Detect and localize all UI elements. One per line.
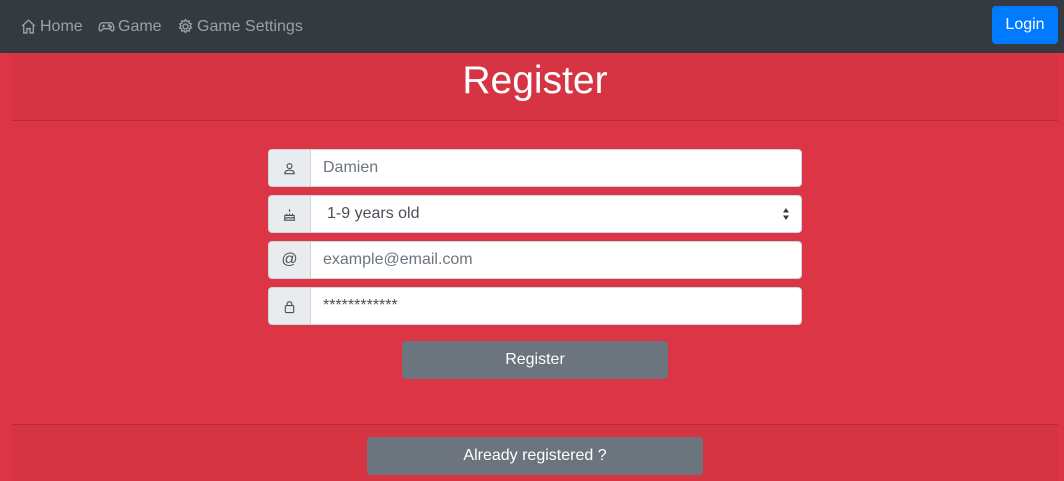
cake-icon [283,208,296,221]
at-sign-icon: @ [268,241,310,279]
nav-game-link[interactable]: Game [98,0,162,53]
register-button[interactable]: Register [402,341,668,379]
age-select[interactable]: 1-9 years old [310,195,802,233]
email-input-group: @ example@email.com [268,241,802,279]
name-input-group: Damien [268,149,802,187]
select-arrows-icon [783,208,789,220]
gear-icon [178,18,193,34]
age-addon [268,195,310,233]
password-input-group: ************ [268,287,802,325]
login-button[interactable]: Login [992,6,1058,44]
nav-settings-label: Game Settings [197,17,303,35]
page-title: Register [462,58,608,102]
name-addon [268,149,310,187]
password-input[interactable]: ************ [310,287,802,325]
lock-icon [284,300,295,313]
name-input[interactable]: Damien [310,149,802,187]
nav-home-label: Home [40,17,83,35]
gamepad-icon [98,22,115,32]
navbar: Home Game Game Settings Login [0,0,1064,53]
nav-home-link[interactable]: Home [20,0,83,53]
password-addon [268,287,310,325]
age-select-value: 1-9 years old [327,205,420,222]
already-registered-button[interactable]: Already registered ? [367,437,703,475]
email-input[interactable]: example@email.com [310,241,802,279]
home-icon [21,19,36,34]
user-icon [284,162,295,174]
nav-settings-link[interactable]: Game Settings [177,0,303,53]
age-input-group: 1-9 years old [268,195,802,233]
nav-game-label: Game [118,17,162,35]
card-header: Register [12,53,1058,121]
